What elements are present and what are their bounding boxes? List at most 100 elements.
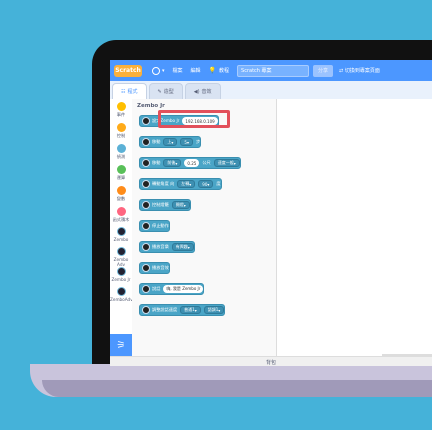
block-label: 調整說話速度 — [152, 307, 178, 312]
light-value: 開燈 — [175, 202, 184, 207]
category-label: 控制 — [116, 133, 126, 138]
speed-value: 速度一般 — [217, 160, 234, 165]
block-label: 播放音樂 — [152, 244, 169, 249]
category-zembo[interactable]: Zembo — [110, 227, 132, 242]
speed-value: 普通1 — [184, 307, 195, 312]
tone-value: 語調1 — [207, 307, 219, 312]
see-project-page-link[interactable]: ⇄ 切換到專案頁面 — [339, 67, 380, 74]
speaker-icon: ◀) — [193, 88, 200, 95]
direction-value: 上 — [167, 139, 172, 144]
block-label: 播放音效 — [152, 265, 169, 270]
category-label: Zembo — [113, 237, 129, 242]
robot-icon — [142, 159, 150, 167]
category-dot-icon — [116, 207, 126, 216]
menu-tutorial[interactable]: 💡 教程 — [209, 67, 230, 74]
block-suffix: 公尺 — [202, 160, 211, 165]
add-extension-button[interactable]: ⚞ — [110, 334, 132, 356]
tab-code[interactable]: ☷ 程式 — [112, 83, 147, 99]
category-zembo-adv[interactable]: Zembo Adv — [110, 247, 132, 267]
tab-code-label: 程式 — [127, 89, 138, 95]
menu-file[interactable]: 檔案 — [173, 67, 183, 74]
music-value: 有興趣 — [175, 244, 188, 249]
block-move-steps[interactable]: 移動 上 ▾ 5 ▾ 步 — [139, 136, 202, 148]
category-control[interactable]: 控制 — [110, 123, 132, 139]
tab-sounds[interactable]: ◀) 音效 — [184, 83, 221, 99]
share-button[interactable]: 分享 — [313, 64, 334, 77]
screen: Scratch ▾ 檔案 編輯 💡 教程 Scratch 專案 分享 ⇄ 切換到… — [110, 60, 432, 366]
category-dot-icon — [116, 144, 126, 153]
direction-dropdown[interactable]: 前後 ▾ — [163, 159, 182, 167]
category-dot-icon — [116, 123, 126, 132]
block-label: 停止動作 — [152, 223, 169, 228]
block-label: 控制燈籠 — [152, 202, 169, 207]
category-operators[interactable]: 運算 — [110, 165, 132, 181]
tab-costumes[interactable]: ✎ 造型 — [148, 83, 183, 99]
block-move-distance[interactable]: 移動 前後 ▾ 0.25 公尺 速度一般 ▾ — [139, 157, 241, 169]
scratch-logo[interactable]: Scratch — [114, 64, 142, 77]
editor-tabs: ☷ 程式 ✎ 造型 ◀) 音效 — [110, 81, 432, 99]
block-play-music[interactable]: 播放音樂 有興趣 ▾ — [139, 241, 195, 253]
angle-dropdown[interactable]: 90 ▾ — [198, 180, 214, 188]
category-my-blocks[interactable]: 函式積木 — [110, 207, 132, 223]
project-title-input[interactable]: Scratch 專案 — [237, 64, 310, 77]
speak-text-input[interactable]: 嗨, 我是 Zembo Jr — [163, 285, 204, 293]
code-workspace[interactable] — [277, 99, 432, 357]
menu-edit[interactable]: 編輯 — [191, 67, 201, 74]
see-project-page-label: 切換到專案頁面 — [344, 68, 380, 74]
block-label: 移動 — [152, 139, 161, 144]
speed-dropdown[interactable]: 速度一般 ▾ — [213, 159, 240, 167]
block-label: 移動 — [152, 160, 161, 165]
distance-input[interactable]: 0.25 — [184, 159, 200, 167]
block-speech-speed[interactable]: 調整說話速度 普通1 ▾ 語調1 ▾ — [139, 304, 226, 316]
turn-dropdown[interactable]: 左轉 ▾ — [177, 180, 196, 188]
menu-bar: Scratch ▾ 檔案 編輯 💡 教程 Scratch 專案 分享 ⇄ 切換到… — [110, 60, 432, 81]
angle-value: 90 — [202, 181, 208, 187]
robot-icon — [116, 247, 126, 256]
tab-sounds-label: 音效 — [201, 89, 212, 95]
robot-icon — [116, 287, 126, 296]
category-dot-icon — [116, 186, 126, 195]
category-label: Zembo Jr — [111, 277, 131, 282]
highlight-box — [158, 110, 230, 128]
block-control-light[interactable]: 控制燈籠 開燈 ▾ — [139, 199, 191, 211]
category-motion[interactable]: 事件 — [110, 102, 132, 118]
steps-dropdown[interactable]: 5 ▾ — [180, 138, 193, 146]
robot-icon — [142, 117, 150, 125]
block-label: 說話 — [152, 286, 161, 291]
block-stop[interactable]: 停止動作 — [139, 220, 170, 232]
menu-tutorial-label: 教程 — [219, 68, 230, 74]
robot-icon — [142, 285, 150, 293]
category-label: 偵測 — [116, 154, 126, 159]
lightbulb-icon: 💡 — [208, 67, 217, 74]
category-zembo-jr[interactable]: Zembo Jr — [110, 267, 132, 282]
block-speak[interactable]: 說話 嗨, 我是 Zembo Jr — [139, 283, 205, 295]
speed-dropdown[interactable]: 普通1 ▾ — [180, 306, 201, 314]
category-sensing[interactable]: 偵測 — [110, 144, 132, 160]
code-icon: ☷ — [121, 88, 126, 95]
backpack[interactable]: 背包 — [110, 356, 432, 366]
globe-icon[interactable] — [152, 66, 160, 75]
robot-icon — [142, 138, 150, 146]
add-extension-icon: ⚞ — [116, 339, 126, 351]
tone-dropdown[interactable]: 語調1 ▾ — [203, 306, 225, 314]
direction-value: 前後 — [167, 160, 176, 165]
light-dropdown[interactable]: 開燈 ▾ — [171, 201, 190, 209]
block-play-sound[interactable]: 播放音效 — [139, 262, 170, 274]
block-turn[interactable]: 轉動角度 向 左轉 ▾ 90 ▾ 度 — [139, 178, 222, 190]
brush-icon: ✎ — [157, 88, 162, 95]
robot-icon — [116, 227, 126, 236]
category-dot-icon — [116, 165, 126, 174]
palette-title: Zembo Jr — [137, 103, 165, 109]
robot-icon — [116, 267, 126, 276]
category-menu: 事件 控制 偵測 運算 變數 函式積木 Zembo Zembo Adv Zemb… — [110, 99, 133, 356]
category-dot-icon — [116, 102, 126, 111]
music-dropdown[interactable]: 有興趣 ▾ — [171, 243, 194, 251]
category-zembo-adv-2[interactable]: ZemboAdv — [110, 287, 133, 302]
block-palette: Zembo Jr 設定Zembo Jr 192.168.0.109 移動 上 ▾… — [132, 99, 277, 356]
direction-dropdown[interactable]: 上 ▾ — [163, 138, 178, 146]
category-label: 事件 — [116, 112, 126, 117]
robot-icon — [142, 201, 150, 209]
category-label: 變數 — [116, 196, 126, 201]
category-variables[interactable]: 變數 — [110, 186, 132, 202]
category-label: Zembo Adv — [113, 257, 129, 267]
